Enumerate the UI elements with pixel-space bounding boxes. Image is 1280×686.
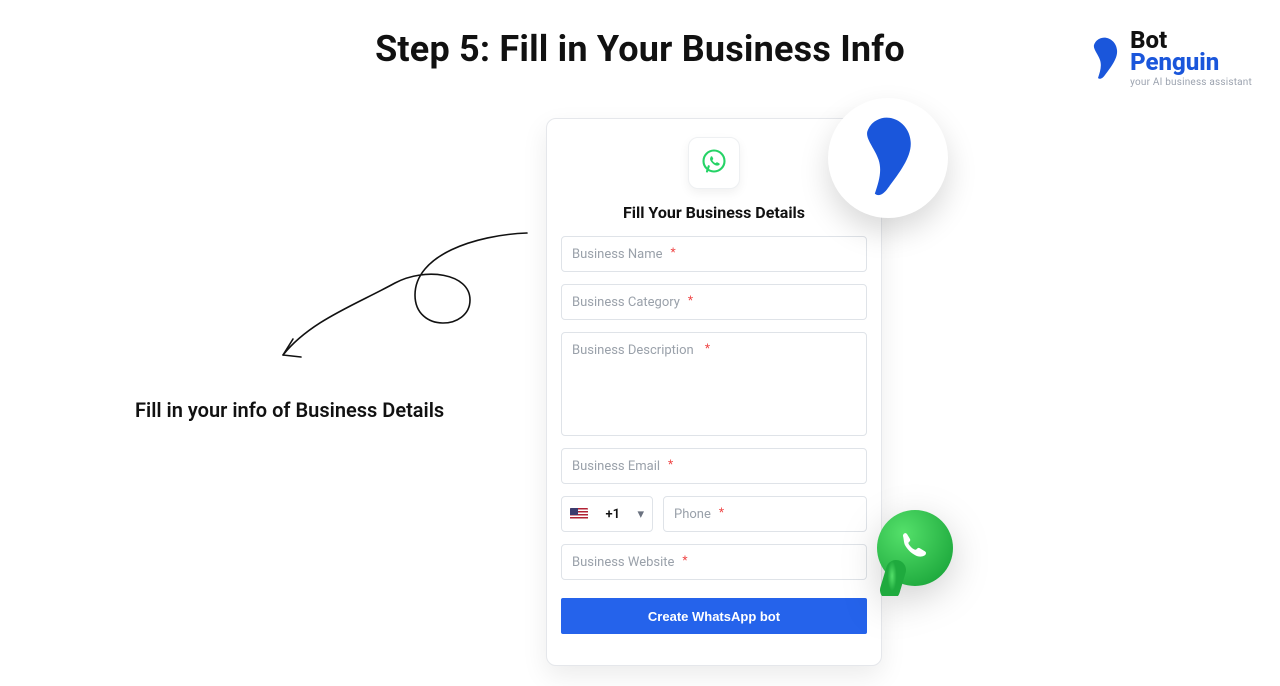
business-description-placeholder: Business Description (572, 343, 694, 358)
business-email-placeholder: Business Email (572, 459, 660, 474)
card-title: Fill Your Business Details (623, 203, 805, 222)
business-form: Business Name * Business Category * Busi… (561, 236, 867, 634)
business-name-placeholder: Business Name (572, 247, 663, 262)
business-category-placeholder: Business Category (572, 295, 680, 310)
business-description-input[interactable]: Business Description * (561, 332, 867, 436)
phone-placeholder: Phone (674, 507, 711, 522)
dial-code-select[interactable]: +1 ▾ (561, 496, 653, 532)
stage: Step 5: Fill in Your Business Info Bot P… (0, 0, 1280, 686)
business-category-input[interactable]: Business Category * (561, 284, 867, 320)
penguin-icon (856, 114, 920, 202)
required-mark: * (719, 505, 724, 519)
brand-text: Bot Penguin your AI business assistant (1130, 28, 1252, 88)
whatsapp-bubble (870, 506, 960, 596)
phone-input[interactable]: Phone * (663, 496, 867, 532)
us-flag-icon (570, 508, 588, 520)
annotation-text: Fill in your info of Business Details (135, 398, 444, 422)
annotation-arrow (265, 225, 535, 385)
whatsapp-icon (870, 581, 960, 600)
brand-logo: Bot Penguin your AI business assistant (1088, 28, 1252, 88)
create-whatsapp-bot-button[interactable]: Create WhatsApp bot (561, 598, 867, 634)
business-details-card: Fill Your Business Details Business Name… (546, 118, 882, 666)
phone-row: +1 ▾ Phone * (561, 496, 867, 532)
business-name-input[interactable]: Business Name * (561, 236, 867, 272)
required-mark: * (682, 553, 687, 567)
required-mark: * (705, 341, 710, 355)
business-website-placeholder: Business Website (572, 555, 674, 570)
dial-code: +1 (605, 507, 620, 522)
required-mark: * (671, 245, 676, 259)
brand-coin (828, 98, 948, 218)
brand-line2: Penguin (1130, 50, 1252, 74)
business-website-input[interactable]: Business Website * (561, 544, 867, 580)
chevron-down-icon: ▾ (637, 507, 644, 522)
penguin-icon (1088, 36, 1122, 80)
required-mark: * (688, 293, 693, 307)
brand-tagline: your AI business assistant (1130, 78, 1252, 88)
required-mark: * (668, 457, 673, 471)
business-email-input[interactable]: Business Email * (561, 448, 867, 484)
whatsapp-chip (688, 137, 740, 189)
card-header: Fill Your Business Details (561, 137, 867, 222)
whatsapp-icon (700, 147, 728, 179)
